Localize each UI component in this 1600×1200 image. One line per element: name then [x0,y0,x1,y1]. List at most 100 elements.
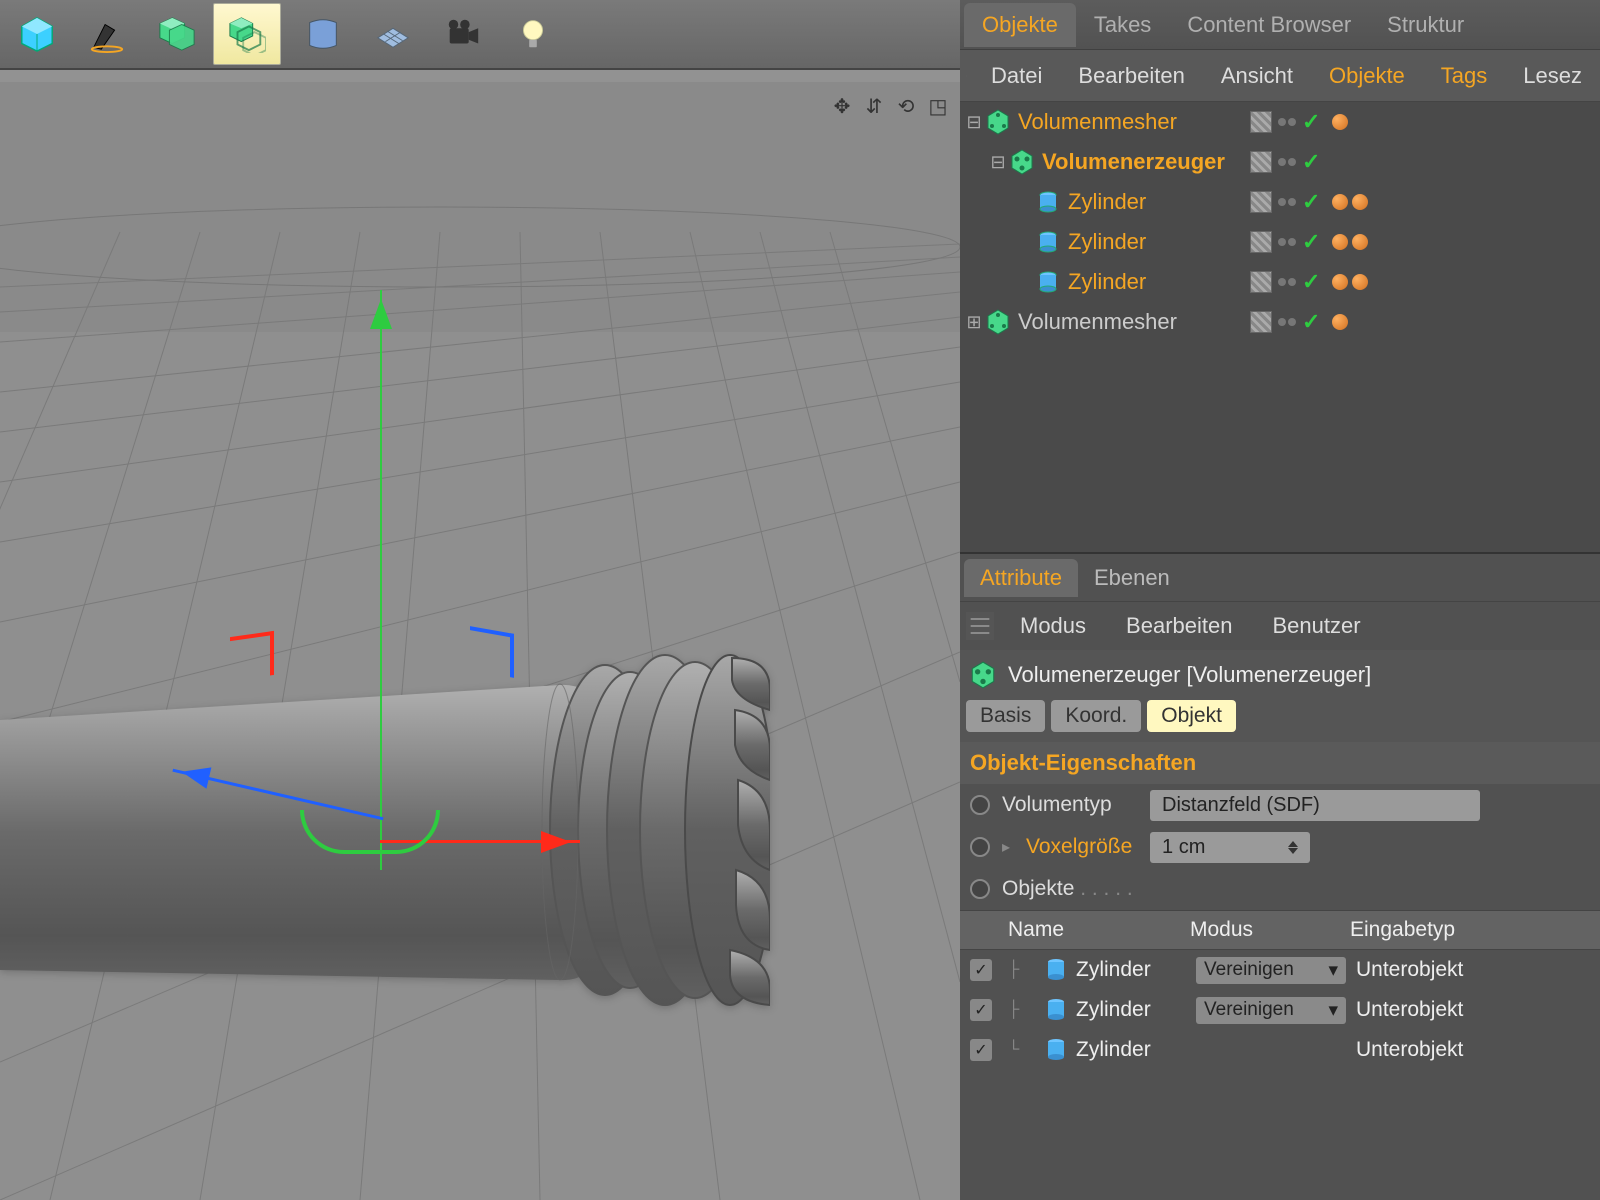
visibility-check-icon[interactable]: ✓ [1302,309,1320,335]
xz-plane-handle[interactable] [230,631,274,681]
menu-lesezeichen[interactable]: Lesez [1505,63,1600,89]
tree-line-icon: └ [1008,1041,1044,1059]
tab-ebenen[interactable]: Ebenen [1078,559,1186,597]
tag-icon[interactable] [1352,274,1368,290]
xy-plane-handle[interactable] [300,810,440,854]
tab-struktur[interactable]: Struktur [1369,3,1482,47]
spinner-icon[interactable] [1288,836,1298,859]
visibility-check-icon[interactable]: ✓ [1302,149,1320,175]
subtab-objekt[interactable]: Objekt [1147,700,1236,732]
visibility-check-icon[interactable]: ✓ [1302,229,1320,255]
tag-icon[interactable] [1332,274,1348,290]
layer-toggle-icon[interactable] [1250,191,1272,213]
table-row[interactable]: ✓ ├ Zylinder Vereinigen▾ Unterobjekt [960,990,1600,1030]
attr-menu-bearbeiten[interactable]: Bearbeiten [1106,613,1252,639]
tree-row-zylinder-2[interactable]: Zylinder ✓ [960,222,1600,262]
visibility-check-icon[interactable]: ✓ [1302,269,1320,295]
input-value: 1 cm [1162,836,1205,859]
subtab-basis[interactable]: Basis [966,700,1045,732]
prop-objekte: Objekte . . . . . [960,868,1600,910]
attr-view-mode-icon[interactable] [966,612,994,640]
volumentyp-dropdown[interactable]: Distanzfeld (SDF) [1150,790,1480,821]
menu-datei[interactable]: Datei [973,63,1060,89]
menu-objekte[interactable]: Objekte [1311,63,1423,89]
instance-tool-button[interactable] [213,3,281,65]
prop-label: Objekte . . . . . [1002,877,1138,901]
tree-label[interactable]: Volumenmesher [1018,309,1177,335]
tab-attribute[interactable]: Attribute [964,559,1078,597]
animate-toggle[interactable] [970,879,990,899]
expand-arrow-icon[interactable]: ▸ [1002,837,1010,857]
tag-icon[interactable] [1352,234,1368,250]
cube-tool-button[interactable] [3,3,71,65]
tree-label[interactable]: Zylinder [1068,189,1146,215]
layer-toggle-icon[interactable] [1250,311,1272,333]
layer-toggle-icon[interactable] [1250,111,1272,133]
tree-label[interactable]: Zylinder [1068,229,1146,255]
menu-ansicht[interactable]: Ansicht [1203,63,1311,89]
3d-viewport[interactable]: ✥ ⇵ ⟲ ◳ [0,70,960,1200]
tag-icon[interactable] [1332,194,1348,210]
voxel-input[interactable]: 1 cm [1150,832,1310,863]
tree-label[interactable]: Volumenmesher [1018,109,1177,135]
row-type: Unterobjekt [1356,958,1463,982]
tree-label[interactable]: Zylinder [1068,269,1146,295]
tree-row-zylinder-1[interactable]: Zylinder ✓ [960,182,1600,222]
collapse-icon[interactable]: ⊟ [964,112,984,133]
layer-toggle-icon[interactable] [1250,151,1272,173]
col-name: Name [1008,918,1190,942]
layer-toggle-icon[interactable] [1250,231,1272,253]
tab-takes[interactable]: Takes [1076,3,1169,47]
deformer-tool-button[interactable] [289,3,357,65]
expand-icon[interactable]: ⊞ [964,312,984,333]
collapse-icon[interactable]: ⊟ [988,152,1008,173]
array-tool-button[interactable] [143,3,211,65]
animate-toggle[interactable] [970,795,990,815]
tag-icon[interactable] [1332,234,1348,250]
pen-tool-button[interactable] [73,3,141,65]
rotate-view-icon[interactable]: ⟲ [892,92,920,120]
light-tool-button[interactable] [499,3,567,65]
row-checkbox[interactable]: ✓ [970,1039,992,1061]
table-row[interactable]: ✓ └ Zylinder Unterobjekt [960,1030,1600,1070]
tree-row-zylinder-3[interactable]: Zylinder ✓ [960,262,1600,302]
table-row[interactable]: ✓ ├ Zylinder Vereinigen▾ Unterobjekt [960,950,1600,990]
object-manager-tabs: Objekte Takes Content Browser Struktur [960,0,1600,50]
tree-row-volumenmesher-1[interactable]: ⊟ Volumenmesher ✓ [960,102,1600,142]
maximize-view-icon[interactable]: ◳ [924,92,952,120]
tree-label[interactable]: Volumenerzeuger [1042,149,1225,175]
visibility-check-icon[interactable]: ✓ [1302,109,1320,135]
view-mode-icon[interactable] [966,62,967,90]
tree-row-volumenerzeuger[interactable]: ⊟ Volumenerzeuger ✓ [960,142,1600,182]
floor-tool-button[interactable] [359,3,427,65]
camera-tool-button[interactable] [429,3,497,65]
zoom-view-icon[interactable]: ⇵ [860,92,888,120]
mode-dropdown[interactable]: Vereinigen▾ [1196,997,1346,1024]
menu-bearbeiten[interactable]: Bearbeiten [1060,63,1202,89]
row-name: Zylinder [1076,1038,1196,1062]
object-hierarchy[interactable]: ⊟ Volumenmesher ✓ ⊟ Volumenerzeuger ✓ Zy… [960,102,1600,554]
y-axis-gizmo[interactable] [380,290,382,870]
row-checkbox[interactable]: ✓ [970,999,992,1021]
animate-toggle[interactable] [970,837,990,857]
attr-menu-modus[interactable]: Modus [1000,613,1106,639]
yz-plane-handle[interactable] [470,626,514,678]
tree-row-volumenmesher-2[interactable]: ⊞ Volumenmesher ✓ [960,302,1600,342]
tag-icon[interactable] [1332,114,1348,130]
tab-content-browser[interactable]: Content Browser [1169,3,1369,47]
move-view-icon[interactable]: ✥ [828,92,856,120]
tag-icon[interactable] [1332,314,1348,330]
tag-icon[interactable] [1352,194,1368,210]
attr-menu-benutzer[interactable]: Benutzer [1252,613,1380,639]
row-checkbox[interactable]: ✓ [970,959,992,981]
attribute-panel: Attribute Ebenen Modus Bearbeiten Benutz… [960,554,1600,1070]
menu-tags[interactable]: Tags [1423,63,1505,89]
cylinder-icon [1044,996,1068,1024]
layer-toggle-icon[interactable] [1250,271,1272,293]
volumenerzeuger-icon [1008,148,1036,176]
selected-object-title: Volumenerzeuger [Volumenerzeuger] [1008,662,1371,688]
visibility-check-icon[interactable]: ✓ [1302,189,1320,215]
tab-objekte[interactable]: Objekte [964,3,1076,47]
subtab-koord[interactable]: Koord. [1051,700,1141,732]
mode-dropdown[interactable]: Vereinigen▾ [1196,957,1346,984]
